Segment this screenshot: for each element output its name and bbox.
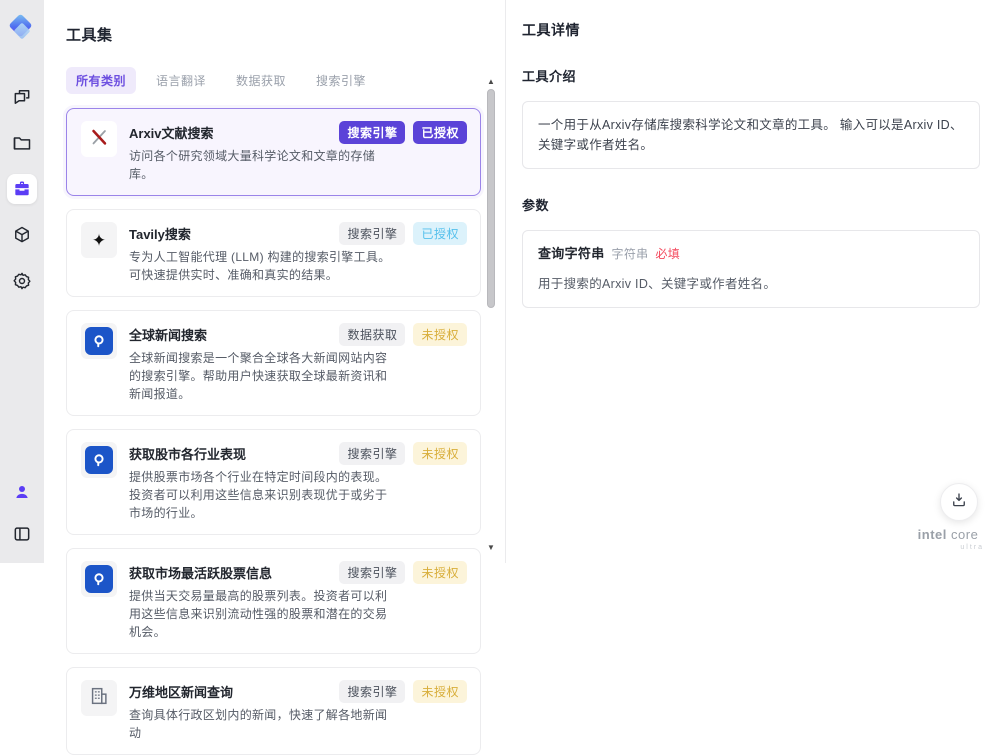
panel-icon <box>12 524 32 544</box>
tool-card[interactable]: ✦ Tavily搜索 专为人工智能代理 (LLM) 构建的搜索引擎工具。可快速提… <box>66 209 481 297</box>
param-box: 查询字符串 字符串 必填 用于搜索的Arxiv ID、关键字或作者姓名。 <box>522 230 980 308</box>
auth-status-badge: 未授权 <box>413 323 467 346</box>
tool-card[interactable]: 全球新闻搜索 全球新闻搜索是一个聚合全球各大新闻网站内容的搜索引擎。帮助用户快速… <box>66 310 481 416</box>
tool-icon <box>81 121 117 157</box>
toolbox-icon <box>12 179 32 199</box>
tool-description: 全球新闻搜索是一个聚合全球各大新闻网站内容的搜索引擎。帮助用户快速获取全球最新资… <box>129 349 397 403</box>
left-sidebar <box>0 0 44 563</box>
tool-description: 查询具体行政区划内的新闻，快速了解各地新闻动 <box>129 706 397 742</box>
tool-card[interactable]: Arxiv文献搜索 访问各个研究领域大量科学论文和文章的存储库。 搜索引擎 已授… <box>66 108 481 196</box>
auth-status-badge: 未授权 <box>413 561 467 584</box>
category-badge: 搜索引擎 <box>339 442 405 465</box>
category-badge: 搜索引擎 <box>339 561 405 584</box>
brand-product: core <box>951 527 978 542</box>
brand-name: intel <box>918 527 947 542</box>
search-logo-icon <box>85 446 113 474</box>
tool-icon <box>81 561 117 597</box>
download-icon <box>950 491 968 514</box>
package-icon <box>12 225 32 245</box>
auth-status-badge: 已授权 <box>413 121 467 144</box>
param-header: 查询字符串 字符串 必填 <box>538 244 964 265</box>
list-scrollbar[interactable]: ▲ ▼ <box>485 78 497 552</box>
params-heading: 参数 <box>522 195 980 214</box>
tool-card[interactable]: 万维地区新闻查询 查询具体行政区划内的新闻，快速了解各地新闻动 搜索引擎 未授权 <box>66 667 481 755</box>
tool-badges: 搜索引擎 已授权 <box>339 121 467 144</box>
tool-icon: ✦ <box>81 222 117 258</box>
param-name: 查询字符串 <box>538 244 605 265</box>
search-logo-icon <box>85 565 113 593</box>
intel-core-logo: intel core ultra <box>912 528 984 551</box>
sidebar-item-files[interactable] <box>7 128 37 158</box>
tool-icon <box>81 323 117 359</box>
sidebar-item-chat[interactable] <box>7 82 37 112</box>
sidebar-item-collapse[interactable] <box>7 519 37 549</box>
tool-badges: 搜索引擎 已授权 <box>339 222 467 245</box>
news-building-icon <box>88 685 110 712</box>
sidebar-item-packages[interactable] <box>7 220 37 250</box>
category-tabs: 所有类别语言翻译数据获取搜索引擎 <box>66 67 505 94</box>
app-logo <box>7 14 37 44</box>
param-type: 字符串 <box>612 245 649 264</box>
tool-details-panel: 工具详情 工具介绍 一个用于从Arxiv存储库搜索科学论文和文章的工具。 输入可… <box>505 0 1000 563</box>
folder-icon <box>12 133 32 153</box>
tool-badges: 搜索引擎 未授权 <box>339 442 467 465</box>
param-description: 用于搜索的Arxiv ID、关键字或作者姓名。 <box>538 274 964 294</box>
intro-box: 一个用于从Arxiv存储库搜索科学论文和文章的工具。 输入可以是Arxiv ID… <box>522 101 980 169</box>
arxiv-icon <box>88 126 110 153</box>
tool-badges: 搜索引擎 未授权 <box>339 561 467 584</box>
category-tab[interactable]: 语言翻译 <box>146 67 216 94</box>
sidebar-item-tools[interactable] <box>7 174 37 204</box>
scroll-up-arrow[interactable]: ▲ <box>485 78 497 86</box>
tool-description: 提供当天交易量最高的股票列表。投资者可以利用这些信息来识别流动性强的股票和潜在的… <box>129 587 397 641</box>
gear-icon <box>12 271 32 291</box>
user-icon <box>13 483 31 501</box>
tool-description: 专为人工智能代理 (LLM) 构建的搜索引擎工具。可快速提供实时、准确和真实的结… <box>129 248 397 284</box>
sidebar-item-settings[interactable] <box>7 266 37 296</box>
tool-icon <box>81 442 117 478</box>
category-badge: 搜索引擎 <box>339 222 405 245</box>
download-button[interactable] <box>940 483 978 521</box>
tool-badges: 搜索引擎 未授权 <box>339 680 467 703</box>
brand-variant: ultra <box>912 544 984 551</box>
sidebar-item-account[interactable] <box>7 477 37 507</box>
category-badge: 搜索引擎 <box>339 121 405 144</box>
auth-status-badge: 未授权 <box>413 680 467 703</box>
intro-heading: 工具介绍 <box>522 66 980 85</box>
category-tab[interactable]: 搜索引擎 <box>306 67 376 94</box>
toolset-panel: 工具集 所有类别语言翻译数据获取搜索引擎 <box>44 0 505 563</box>
category-tab[interactable]: 数据获取 <box>226 67 296 94</box>
category-tab[interactable]: 所有类别 <box>66 67 136 94</box>
category-badge: 数据获取 <box>339 323 405 346</box>
page-title: 工具集 <box>66 24 505 45</box>
scrollbar-thumb[interactable] <box>487 89 495 308</box>
search-logo-icon <box>85 327 113 355</box>
category-badge: 搜索引擎 <box>339 680 405 703</box>
tool-description: 提供股票市场各个行业在特定时间段内的表现。投资者可以利用这些信息来识别表现优于或… <box>129 468 397 522</box>
tavily-star-icon: ✦ <box>92 232 106 249</box>
tool-icon <box>81 680 117 716</box>
auth-status-badge: 未授权 <box>413 442 467 465</box>
tool-description: 访问各个研究领域大量科学论文和文章的存储库。 <box>129 147 397 183</box>
intro-text: 一个用于从Arxiv存储库搜索科学论文和文章的工具。 输入可以是Arxiv ID… <box>538 118 963 152</box>
auth-status-badge: 已授权 <box>413 222 467 245</box>
tool-list: Arxiv文献搜索 访问各个研究领域大量科学论文和文章的存储库。 搜索引擎 已授… <box>66 108 481 755</box>
chat-icon <box>12 87 32 107</box>
tool-card[interactable]: 获取股市各行业表现 提供股票市场各个行业在特定时间段内的表现。投资者可以利用这些… <box>66 429 481 535</box>
tool-card[interactable]: 获取市场最活跃股票信息 提供当天交易量最高的股票列表。投资者可以利用这些信息来识… <box>66 548 481 654</box>
scroll-down-arrow[interactable]: ▼ <box>485 544 497 552</box>
tool-badges: 数据获取 未授权 <box>339 323 467 346</box>
param-required-label: 必填 <box>655 245 680 264</box>
sidebar-nav <box>7 82 37 296</box>
sidebar-bottom <box>7 477 37 549</box>
details-title: 工具详情 <box>522 20 980 40</box>
